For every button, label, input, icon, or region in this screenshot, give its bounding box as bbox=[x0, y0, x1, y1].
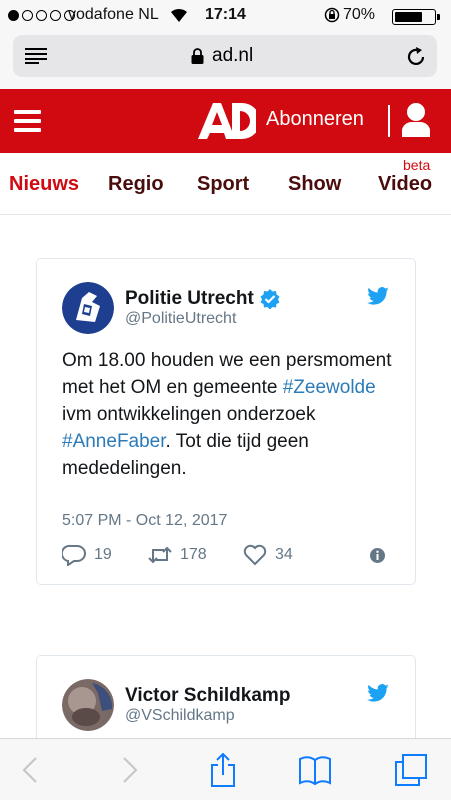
padlock-icon bbox=[191, 48, 204, 64]
user-account-icon[interactable] bbox=[401, 102, 431, 138]
author-handle[interactable]: @PolitieUtrecht bbox=[125, 310, 236, 328]
back-chevron-icon[interactable] bbox=[14, 753, 48, 787]
embedded-tweet[interactable]: Politie Utrecht @PolitieUtrecht Om 18.00… bbox=[36, 258, 416, 585]
tabs-icon[interactable] bbox=[394, 753, 428, 787]
author-name: Politie Utrecht bbox=[125, 288, 254, 309]
nav-item-video[interactable]: Video bbox=[378, 173, 432, 196]
page: vodafone NL 17:14 70% ad.nl Abonneren Ni… bbox=[0, 0, 451, 800]
battery-tip bbox=[437, 14, 440, 20]
tweet-author[interactable]: Politie Utrecht bbox=[125, 288, 280, 310]
tweet-author[interactable]: Victor Schildkamp bbox=[125, 685, 290, 707]
twitter-bird-icon[interactable] bbox=[367, 684, 389, 702]
nav-item-show[interactable]: Show bbox=[288, 173, 341, 196]
url-display[interactable]: ad.nl bbox=[191, 45, 253, 67]
ad-logo[interactable] bbox=[196, 101, 256, 141]
orientation-lock-icon bbox=[324, 7, 340, 23]
clock: 17:14 bbox=[205, 6, 246, 23]
url-text: ad.nl bbox=[212, 45, 254, 66]
reload-icon[interactable] bbox=[405, 46, 427, 68]
heart-icon bbox=[243, 544, 267, 566]
nav-item-nieuws[interactable]: Nieuws bbox=[9, 173, 79, 196]
hashtag-link[interactable]: #AnneFaber bbox=[62, 431, 166, 452]
reader-icon[interactable] bbox=[25, 48, 47, 64]
battery-percentage: 70% bbox=[343, 6, 376, 23]
signal-strength-icon bbox=[8, 10, 75, 21]
wifi-icon bbox=[171, 8, 187, 22]
retweet-button[interactable]: 178 bbox=[148, 544, 207, 566]
forward-chevron-icon[interactable] bbox=[112, 753, 146, 787]
bookmarks-icon[interactable] bbox=[298, 753, 332, 787]
share-icon[interactable] bbox=[206, 753, 240, 787]
site-header: Abonneren bbox=[0, 89, 451, 153]
tweet-text: Om 18.00 houden we een persmoment met he… bbox=[62, 350, 392, 479]
hamburger-menu-icon[interactable] bbox=[14, 110, 41, 132]
info-icon[interactable] bbox=[370, 548, 385, 563]
retweet-icon bbox=[148, 546, 172, 564]
nav-item-regio[interactable]: Regio bbox=[108, 173, 164, 196]
like-count: 34 bbox=[275, 546, 293, 563]
hashtag-link[interactable]: #Zeewolde bbox=[283, 377, 376, 398]
like-button[interactable]: 34 bbox=[243, 544, 293, 566]
tweet-actions: 19 178 34 bbox=[62, 544, 392, 568]
section-nav: Nieuws Regio Sport Show Video beta bbox=[0, 153, 451, 215]
tweet-timestamp[interactable]: 5:07 PM - Oct 12, 2017 bbox=[62, 512, 227, 530]
victor-avatar[interactable] bbox=[62, 679, 114, 731]
status-bar: vodafone NL 17:14 70% bbox=[0, 0, 451, 32]
subscribe-link[interactable]: Abonneren bbox=[266, 108, 364, 131]
author-handle[interactable]: @VSchildkamp bbox=[125, 707, 235, 725]
carrier-name: vodafone NL bbox=[68, 6, 159, 23]
twitter-bird-icon[interactable] bbox=[367, 287, 389, 305]
retweet-count: 178 bbox=[180, 546, 207, 563]
header-divider bbox=[388, 105, 390, 137]
address-bar[interactable]: ad.nl bbox=[13, 35, 437, 77]
browser-toolbar bbox=[0, 738, 451, 800]
nav-item-sport[interactable]: Sport bbox=[197, 173, 249, 196]
verified-badge-icon bbox=[260, 289, 280, 309]
battery-icon bbox=[392, 9, 436, 25]
reply-count: 19 bbox=[94, 546, 112, 563]
beta-label: beta bbox=[403, 157, 431, 173]
reply-button[interactable]: 19 bbox=[62, 544, 112, 566]
politie-avatar[interactable] bbox=[62, 282, 114, 334]
browser-chrome: ad.nl bbox=[0, 32, 451, 89]
author-name: Victor Schildkamp bbox=[125, 685, 291, 706]
reply-icon bbox=[62, 544, 86, 566]
